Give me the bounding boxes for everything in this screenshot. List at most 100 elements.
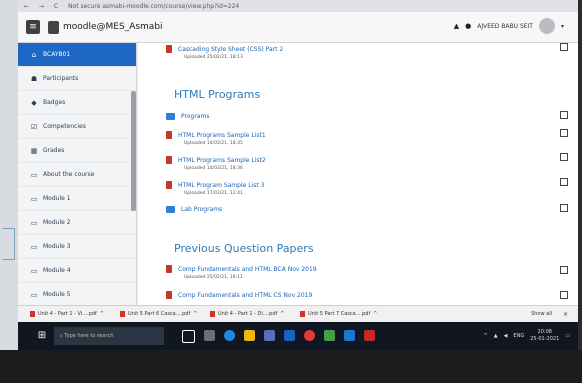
task-view-icon[interactable]: [182, 329, 195, 343]
mail-icon[interactable]: [284, 329, 295, 341]
network-icon[interactable]: ▲: [494, 333, 498, 339]
file-meta: Uploaded 25/02/21, 18:11: [184, 275, 243, 280]
pdf-reader-icon[interactable]: [364, 329, 375, 341]
file-link[interactable]: Comp Fundamentals and HTML CS Nov 2019: [166, 291, 312, 299]
sidebar-item-module-5[interactable]: ▭ Module 5: [18, 283, 136, 307]
folder-icon: ▭: [30, 290, 38, 299]
completion-checkbox[interactable]: [560, 291, 568, 299]
download-name: Unit 4 - Part 1 - Di....pdf: [218, 311, 278, 317]
windows-start-icon[interactable]: ⊞: [32, 326, 52, 346]
completion-checkbox[interactable]: [560, 129, 568, 137]
file-name[interactable]: HTML Programs Sample List2: [178, 157, 266, 164]
file-name[interactable]: HTML Programs Sample List1: [178, 132, 266, 139]
chevron-up-icon[interactable]: ^: [193, 311, 197, 317]
pdf-icon: [166, 265, 172, 273]
completion-checkbox[interactable]: [560, 204, 568, 212]
file-name[interactable]: HTML Program Sample List 3: [178, 182, 264, 189]
completion-checkbox[interactable]: [560, 111, 568, 119]
close-icon[interactable]: ×: [563, 311, 568, 318]
file-meta: Uploaded 14/03/21, 18:36: [184, 166, 243, 171]
file-explorer-icon[interactable]: [244, 329, 255, 341]
url-text: asmabi-moodle.com/course/view.php?id=224: [102, 2, 240, 10]
file-link[interactable]: Comp Fundamentals and HTML BCA Nov 2019: [166, 265, 317, 273]
file-name[interactable]: Cascading Style Sheet (CSS) Part 2: [178, 46, 283, 53]
chat-icon[interactable]: ●: [465, 22, 471, 30]
clock[interactable]: 20:08 25-01-2021: [530, 329, 559, 343]
bell-icon[interactable]: ▲: [454, 22, 459, 30]
folder-icon: ▭: [30, 218, 38, 227]
moodle-logo-icon[interactable]: [48, 20, 59, 34]
download-name: Unit 5 Part 6 Casca....pdf: [128, 311, 191, 317]
folder-icon: ▭: [30, 170, 38, 179]
word-icon[interactable]: [344, 329, 355, 341]
course-icon: ⌂: [31, 50, 37, 59]
sidebar-item-module-2[interactable]: ▭ Module 2: [18, 211, 136, 235]
sidebar-item-label: BCAYB01: [43, 51, 71, 58]
section-title: Previous Question Papers: [174, 242, 314, 255]
sidebar-item-label: Module 2: [43, 219, 71, 226]
file-link[interactable]: HTML Programs Sample List1: [166, 131, 266, 139]
folder-icon: ▭: [30, 194, 38, 203]
sidebar-item-about[interactable]: ▭ About the course: [18, 163, 136, 187]
user-menu[interactable]: ▲ ● AJVEED BABU SEIT ▾: [454, 18, 564, 34]
show-all-button[interactable]: Show all: [531, 311, 552, 317]
sidebar-item-label: Module 5: [43, 291, 71, 298]
file-link[interactable]: HTML Programs Sample List2: [166, 156, 266, 164]
sidebar-item-module-4[interactable]: ▭ Module 4: [18, 259, 136, 283]
download-item[interactable]: Unit 5 Part 6 Casca....pdf ^: [120, 311, 198, 317]
file-name[interactable]: Comp Fundamentals and HTML CS Nov 2019: [178, 292, 312, 299]
hamburger-icon[interactable]: ≡: [26, 20, 40, 34]
chevron-up-icon[interactable]: ^: [100, 311, 104, 317]
app-icon[interactable]: [324, 329, 335, 341]
avatar[interactable]: [538, 18, 555, 34]
file-link[interactable]: HTML Program Sample List 3: [166, 181, 264, 189]
tray-up-icon[interactable]: ^: [484, 333, 488, 339]
address-bar[interactable]: Not secure asmabi-moodle.com/course/view…: [68, 3, 368, 10]
section-title: HTML Programs: [174, 88, 261, 101]
folder-icon: ▭: [30, 266, 38, 275]
sidebar-scrollbar[interactable]: [131, 91, 136, 211]
site-name[interactable]: moodle@MES_Asmabi: [63, 22, 163, 32]
user-name[interactable]: AJVEED BABU SEIT: [477, 23, 533, 30]
url-prefix: Not secure: [68, 2, 101, 10]
sidebar-item-label: Module 1: [43, 195, 71, 202]
sidebar-item-module-3[interactable]: ▭ Module 3: [18, 235, 136, 259]
clock-date: 25-01-2021: [530, 336, 560, 342]
download-item[interactable]: Unit 5 Part 7 Casca....pdf ^: [300, 311, 378, 317]
sidebar-item-badges[interactable]: ◆ Badges: [18, 91, 136, 115]
sidebar-item-competencies[interactable]: ☑ Competencies: [18, 115, 136, 139]
chevron-down-icon[interactable]: ▾: [561, 23, 564, 30]
chrome-icon[interactable]: [304, 329, 315, 341]
file-name[interactable]: Comp Fundamentals and HTML BCA Nov 2019: [178, 266, 317, 273]
volume-icon[interactable]: ◀: [504, 333, 508, 339]
edge-icon[interactable]: [224, 329, 235, 341]
taskbar-search-input[interactable]: ⌕ Type here to search: [54, 327, 164, 345]
screen-bezel-bottom: [0, 350, 582, 383]
chevron-up-icon[interactable]: ^: [280, 311, 284, 317]
sidebar-item-label: Module 3: [43, 243, 71, 250]
folder-name[interactable]: Lab Programs: [181, 206, 222, 213]
sidebar-item-grades[interactable]: ▦ Grades: [18, 139, 136, 163]
folder-link[interactable]: Lab Programs: [166, 206, 222, 213]
folder-name[interactable]: Programs: [181, 113, 209, 120]
browser-nav-icons[interactable]: ← → C: [24, 3, 62, 10]
completion-checkbox[interactable]: [560, 43, 568, 51]
widgets-icon[interactable]: [204, 329, 215, 341]
download-item[interactable]: Unit 4 - Part 1 - Vi....pdf ^: [30, 311, 108, 317]
completion-checkbox[interactable]: [560, 266, 568, 274]
course-content: Cascading Style Sheet (CSS) Part 2 Uploa…: [138, 43, 578, 305]
file-link[interactable]: Cascading Style Sheet (CSS) Part 2: [166, 45, 283, 53]
folder-icon: [166, 206, 175, 213]
sidebar-item-module-1[interactable]: ▭ Module 1: [18, 187, 136, 211]
sidebar-item-label: About the course: [43, 171, 95, 178]
completion-checkbox[interactable]: [560, 153, 568, 161]
store-icon[interactable]: [264, 329, 275, 341]
sidebar-item-course[interactable]: ⌂ BCAYB01: [18, 43, 136, 67]
language-indicator[interactable]: ENG: [513, 333, 524, 339]
completion-checkbox[interactable]: [560, 178, 568, 186]
chevron-up-icon[interactable]: ^: [373, 311, 377, 317]
download-item[interactable]: Unit 4 - Part 1 - Di....pdf ^: [210, 311, 288, 317]
notification-icon[interactable]: ▭: [565, 333, 570, 339]
folder-link[interactable]: Programs: [166, 113, 209, 120]
sidebar-item-participants[interactable]: ☗ Participants: [18, 67, 136, 91]
